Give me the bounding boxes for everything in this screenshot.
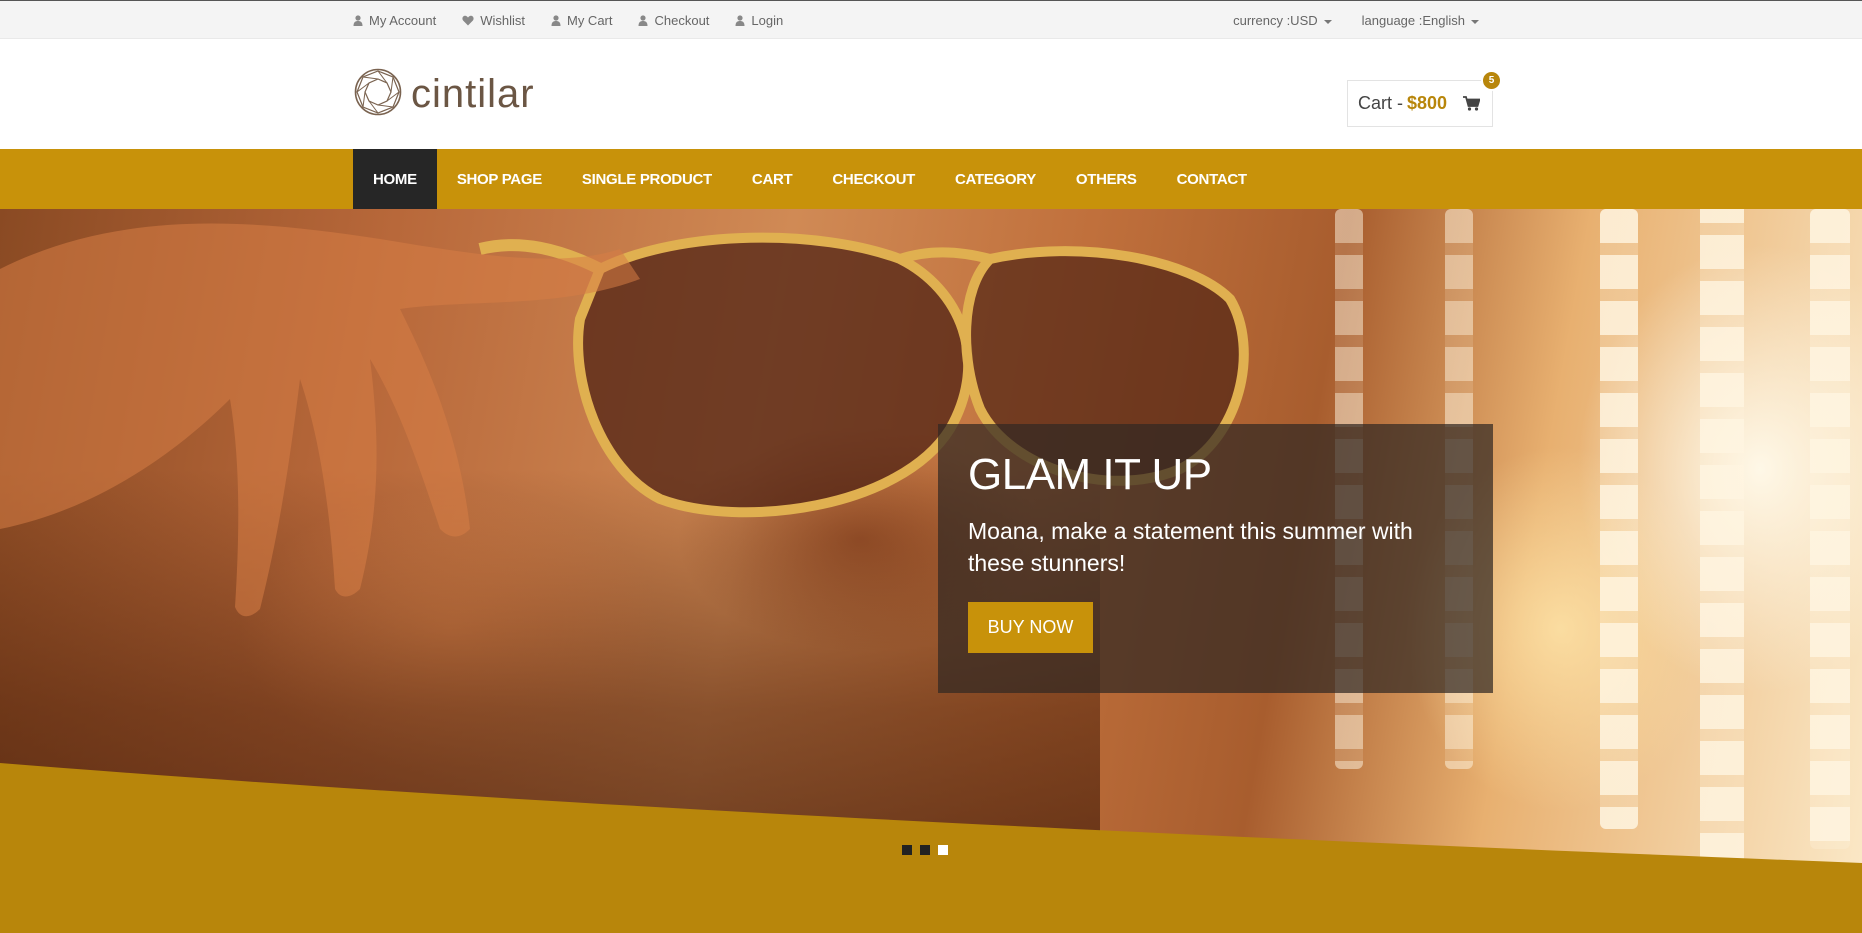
locale-selectors: currency :USD language :English <box>1203 1 1479 40</box>
top-bar: My Account Wishlist My Cart Checkout Log… <box>0 0 1862 39</box>
currency-label: currency :USD <box>1233 13 1318 28</box>
hero-title: GLAM IT UP <box>968 450 1212 499</box>
nav-item-contact[interactable]: CONTACT <box>1157 149 1267 209</box>
nav-item-shop-page[interactable]: SHOP PAGE <box>437 149 562 209</box>
cart-count-badge: 5 <box>1481 70 1502 91</box>
hero-slider: GLAM IT UP Moana, make a statement this … <box>0 209 1862 933</box>
user-icon <box>551 15 561 26</box>
slide-dot-1[interactable] <box>902 845 912 855</box>
language-label: language :English <box>1361 13 1465 28</box>
diamond-ring-icon <box>353 67 403 122</box>
cart-summary-button[interactable]: Cart - $800 5 <box>1347 70 1502 127</box>
nav-item-single-product[interactable]: SINGLE PRODUCT <box>562 149 732 209</box>
shopping-cart-icon <box>1463 96 1481 111</box>
currency-dropdown[interactable]: currency :USD <box>1233 13 1332 28</box>
wishlist-link[interactable]: Wishlist <box>462 13 525 28</box>
main-nav: HOME SHOP PAGE SINGLE PRODUCT CART CHECK… <box>0 149 1862 209</box>
wishlist-label: Wishlist <box>480 13 525 28</box>
user-icon <box>353 15 363 26</box>
nav-item-home[interactable]: HOME <box>353 149 437 209</box>
login-link[interactable]: Login <box>735 13 783 28</box>
chevron-down-icon <box>1323 19 1332 24</box>
hero-caption: GLAM IT UP Moana, make a statement this … <box>938 424 1493 693</box>
logo-text: cintilar <box>411 72 535 116</box>
site-header: cintilar Cart - $800 5 <box>0 39 1862 149</box>
my-account-link[interactable]: My Account <box>353 13 436 28</box>
checkout-link[interactable]: Checkout <box>638 13 709 28</box>
nav-item-cart[interactable]: CART <box>732 149 812 209</box>
nav-item-checkout[interactable]: CHECKOUT <box>812 149 935 209</box>
cart-amount: $800 <box>1407 93 1448 113</box>
my-cart-link[interactable]: My Cart <box>551 13 613 28</box>
user-icon <box>735 15 745 26</box>
nav-menu: HOME SHOP PAGE SINGLE PRODUCT CART CHECK… <box>353 149 1267 209</box>
nav-item-category[interactable]: CATEGORY <box>935 149 1056 209</box>
slider-pagination <box>902 845 956 855</box>
my-cart-label: My Cart <box>566 13 613 28</box>
buy-now-button[interactable]: BUY NOW <box>968 601 1093 653</box>
my-account-label: My Account <box>369 13 437 28</box>
hand-image <box>0 223 640 617</box>
chevron-down-icon <box>1471 19 1479 24</box>
heart-icon <box>462 15 474 26</box>
logo[interactable]: cintilar <box>353 67 535 122</box>
slide-dot-2[interactable] <box>920 845 930 855</box>
cart-label: Cart - <box>1358 93 1403 113</box>
nav-item-others[interactable]: OTHERS <box>1056 149 1157 209</box>
slide-dot-3[interactable] <box>938 845 948 855</box>
hero-text: Moana, make a statement this summer with… <box>968 518 1413 576</box>
language-dropdown[interactable]: language :English <box>1362 13 1479 28</box>
user-icon <box>638 15 648 26</box>
checkout-label: Checkout <box>654 13 710 28</box>
login-label: Login <box>751 13 784 28</box>
account-links: My Account Wishlist My Cart Checkout Log… <box>353 1 809 40</box>
